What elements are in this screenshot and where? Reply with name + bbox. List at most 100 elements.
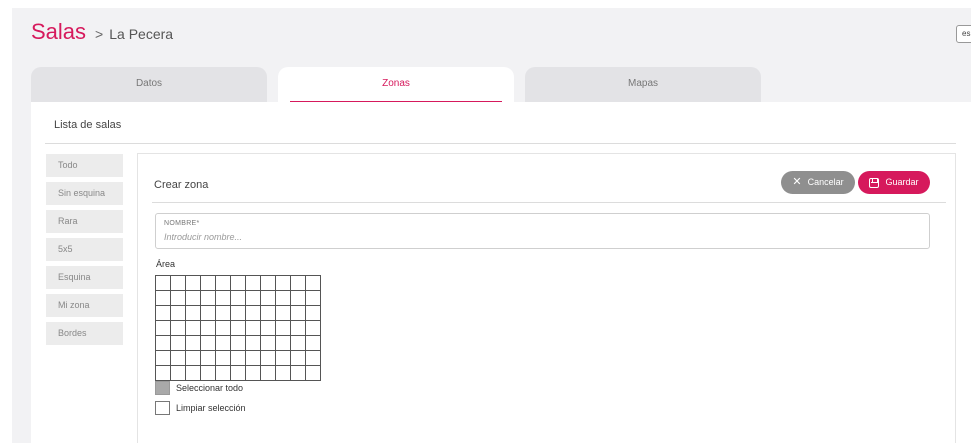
grid-cell[interactable] [216, 276, 231, 291]
grid-cell[interactable] [231, 276, 246, 291]
grid-cell[interactable] [216, 351, 231, 366]
grid-cell[interactable] [291, 366, 306, 381]
grid-cell[interactable] [231, 321, 246, 336]
zone-item-bordes[interactable]: Bordes [46, 322, 123, 345]
grid-cell[interactable] [246, 366, 261, 381]
grid-cell[interactable] [156, 366, 171, 381]
grid-cell[interactable] [291, 351, 306, 366]
grid-cell[interactable] [201, 291, 216, 306]
grid-cell[interactable] [291, 306, 306, 321]
page-title[interactable]: Salas [31, 19, 86, 45]
grid-cell[interactable] [201, 276, 216, 291]
grid-cell[interactable] [306, 306, 321, 321]
grid-cell[interactable] [156, 321, 171, 336]
grid-cell[interactable] [216, 336, 231, 351]
grid-cell[interactable] [306, 336, 321, 351]
grid-cell[interactable] [171, 291, 186, 306]
grid-cell[interactable] [216, 366, 231, 381]
cancel-button[interactable]: ✕ Cancelar [781, 171, 855, 194]
grid-cell[interactable] [186, 351, 201, 366]
grid-cell[interactable] [261, 276, 276, 291]
grid-cell[interactable] [306, 351, 321, 366]
save-button[interactable]: Guardar [858, 171, 930, 194]
grid-cell[interactable] [276, 366, 291, 381]
grid-cell[interactable] [201, 366, 216, 381]
grid-cell[interactable] [306, 276, 321, 291]
clear-selection-option[interactable]: Limpiar selección [155, 401, 246, 415]
grid-cell[interactable] [201, 351, 216, 366]
name-field-label: NOMBRE* [164, 220, 200, 227]
grid-cell[interactable] [171, 321, 186, 336]
select-all-option[interactable]: Seleccionar todo [155, 381, 243, 395]
grid-cell[interactable] [201, 336, 216, 351]
tab-datos[interactable]: Datos [31, 67, 267, 102]
grid-cell[interactable] [186, 306, 201, 321]
grid-cell[interactable] [276, 276, 291, 291]
grid-cell[interactable] [186, 276, 201, 291]
grid-cell[interactable] [186, 321, 201, 336]
select-all-checkbox[interactable] [155, 381, 170, 395]
tab-mapas[interactable]: Mapas [525, 67, 761, 102]
grid-cell[interactable] [306, 291, 321, 306]
grid-cell[interactable] [276, 351, 291, 366]
grid-cell[interactable] [186, 291, 201, 306]
grid-cell[interactable] [231, 336, 246, 351]
grid-cell[interactable] [156, 276, 171, 291]
grid-cell[interactable] [201, 321, 216, 336]
grid-cell[interactable] [306, 321, 321, 336]
grid-cell[interactable] [306, 366, 321, 381]
grid-cell[interactable] [261, 351, 276, 366]
grid-cell[interactable] [276, 291, 291, 306]
area-label: Área [156, 259, 176, 269]
grid-cell[interactable] [261, 291, 276, 306]
zone-item-sin-esquina[interactable]: Sin esquina [46, 182, 123, 205]
grid-cell[interactable] [156, 336, 171, 351]
zone-list: Todo Sin esquina Rara 5x5 Esquina Mi zon… [46, 154, 123, 350]
zone-item-rara[interactable]: Rara [46, 210, 123, 233]
grid-cell[interactable] [276, 306, 291, 321]
zone-item-5x5[interactable]: 5x5 [46, 238, 123, 261]
grid-cell[interactable] [231, 351, 246, 366]
grid-cell[interactable] [246, 336, 261, 351]
grid-cell[interactable] [246, 306, 261, 321]
grid-cell[interactable] [291, 336, 306, 351]
grid-cell[interactable] [231, 366, 246, 381]
grid-cell[interactable] [156, 306, 171, 321]
language-selector[interactable]: es [956, 25, 971, 43]
grid-cell[interactable] [231, 291, 246, 306]
grid-cell[interactable] [216, 291, 231, 306]
grid-cell[interactable] [246, 291, 261, 306]
name-input[interactable] [164, 232, 864, 242]
grid-cell[interactable] [156, 351, 171, 366]
grid-cell[interactable] [186, 366, 201, 381]
grid-cell[interactable] [276, 321, 291, 336]
grid-cell[interactable] [216, 306, 231, 321]
grid-cell[interactable] [201, 306, 216, 321]
grid-cell[interactable] [291, 321, 306, 336]
grid-cell[interactable] [186, 336, 201, 351]
grid-cell[interactable] [261, 321, 276, 336]
grid-cell[interactable] [291, 291, 306, 306]
select-all-label: Seleccionar todo [176, 383, 244, 393]
zone-item-mi-zona[interactable]: Mi zona [46, 294, 123, 317]
grid-cell[interactable] [261, 336, 276, 351]
grid-cell[interactable] [246, 321, 261, 336]
clear-selection-checkbox[interactable] [155, 401, 170, 415]
grid-cell[interactable] [231, 306, 246, 321]
grid-cell[interactable] [171, 336, 186, 351]
zone-item-todo[interactable]: Todo [46, 154, 123, 177]
grid-cell[interactable] [291, 276, 306, 291]
grid-cell[interactable] [246, 351, 261, 366]
grid-cell[interactable] [171, 351, 186, 366]
grid-cell[interactable] [171, 366, 186, 381]
grid-cell[interactable] [246, 276, 261, 291]
grid-cell[interactable] [276, 336, 291, 351]
grid-cell[interactable] [171, 306, 186, 321]
grid-cell[interactable] [156, 291, 171, 306]
tab-zonas[interactable]: Zonas [278, 67, 514, 102]
grid-cell[interactable] [216, 321, 231, 336]
grid-cell[interactable] [171, 276, 186, 291]
grid-cell[interactable] [261, 306, 276, 321]
zone-item-esquina[interactable]: Esquina [46, 266, 123, 289]
grid-cell[interactable] [261, 366, 276, 381]
